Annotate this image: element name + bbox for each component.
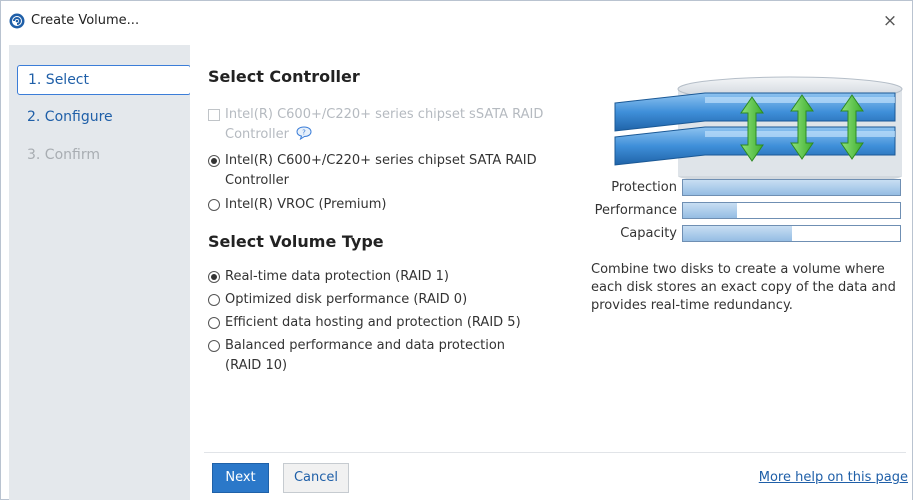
main-panel: Select Controller Intel(R) C600+/C220+ s… — [190, 45, 912, 500]
protection-meter — [682, 179, 901, 196]
close-button[interactable]: × — [878, 9, 902, 33]
raid1-radio[interactable] — [208, 271, 220, 283]
performance-meter — [682, 202, 901, 219]
raid5-label: Efficient data hosting and protection (R… — [225, 315, 521, 330]
controller-sata-radio[interactable] — [208, 155, 220, 167]
raid10-label-line1: Balanced performance and data protection — [225, 338, 506, 353]
footer-divider — [204, 452, 906, 453]
capacity-meter-fill — [683, 226, 792, 241]
step-select[interactable]: 1. Select — [17, 65, 191, 95]
controller-option-vroc[interactable]: Intel(R) VROC (Premium) — [208, 195, 578, 215]
select-volume-type-heading: Select Volume Type — [208, 232, 384, 251]
performance-label: Performance — [594, 203, 677, 218]
volume-option-raid10[interactable]: Balanced performance and data protection… — [208, 336, 578, 376]
controller-ssata-label-line2: Controller — [225, 127, 289, 142]
raid1-disks-illustration — [614, 76, 903, 184]
raid10-radio[interactable] — [208, 340, 220, 352]
controller-vroc-radio[interactable] — [208, 199, 220, 211]
capacity-meter — [682, 225, 901, 242]
window-title: Create Volume... — [31, 13, 140, 28]
controller-ssata-label-line1: Intel(R) C600+/C220+ series chipset sSAT… — [225, 107, 544, 122]
create-volume-window: Create Volume... × 1. Select 2. Configur… — [0, 0, 913, 500]
controller-sata-label-line2: Controller — [225, 173, 289, 188]
more-help-link[interactable]: More help on this page — [759, 470, 908, 485]
performance-meter-fill — [683, 203, 738, 218]
protection-label: Protection — [611, 180, 677, 195]
step-configure[interactable]: 2. Configure — [17, 103, 191, 133]
controller-ssata-checkbox — [208, 109, 220, 121]
raid10-label-line2: (RAID 10) — [225, 358, 288, 373]
info-balloon-icon[interactable]: ? — [296, 126, 312, 140]
volume-option-raid5[interactable]: Efficient data hosting and protection (R… — [208, 313, 578, 333]
next-button[interactable]: Next — [212, 463, 269, 493]
controller-option-ssata: Intel(R) C600+/C220+ series chipset sSAT… — [208, 105, 578, 145]
volume-option-raid0[interactable]: Optimized disk performance (RAID 0) — [208, 290, 578, 310]
raid5-radio[interactable] — [208, 317, 220, 329]
intel-rst-icon — [9, 13, 25, 29]
controller-vroc-label: Intel(R) VROC (Premium) — [225, 197, 387, 212]
capacity-label: Capacity — [620, 226, 677, 241]
title-bar: Create Volume... × — [1, 1, 912, 41]
volume-type-description: Combine two disks to create a volume whe… — [591, 262, 896, 313]
raid1-label: Real-time data protection (RAID 1) — [225, 269, 449, 284]
raid0-radio[interactable] — [208, 294, 220, 306]
cancel-button[interactable]: Cancel — [283, 463, 349, 493]
controller-sata-label-line1: Intel(R) C600+/C220+ series chipset SATA… — [225, 153, 537, 168]
select-controller-heading: Select Controller — [208, 67, 360, 86]
svg-text:?: ? — [302, 129, 306, 137]
controller-option-sata[interactable]: Intel(R) C600+/C220+ series chipset SATA… — [208, 151, 578, 191]
step-confirm: 3. Confirm — [27, 147, 100, 163]
raid0-label: Optimized disk performance (RAID 0) — [225, 292, 468, 307]
volume-option-raid1[interactable]: Real-time data protection (RAID 1) — [208, 267, 578, 287]
wizard-steps-sidebar: 1. Select 2. Configure 3. Confirm — [9, 45, 191, 500]
protection-meter-fill — [683, 180, 900, 195]
